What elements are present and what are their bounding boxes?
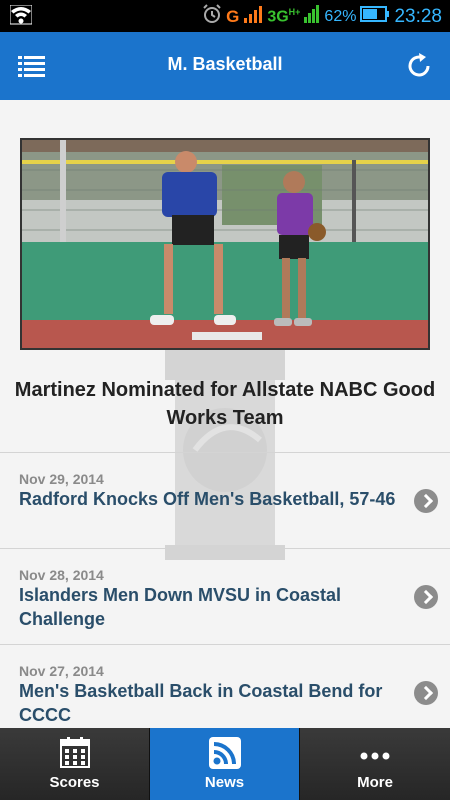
featured-photo[interactable] xyxy=(20,138,430,350)
signal-icon xyxy=(243,5,263,28)
news-content[interactable]: Martinez Nominated for Allstate NABC Goo… xyxy=(0,100,450,728)
refresh-icon[interactable] xyxy=(404,51,434,81)
news-date: Nov 28, 2014 xyxy=(19,567,104,583)
rss-icon xyxy=(208,736,242,770)
list-item[interactable]: Nov 28, 2014 Islanders Men Down MVSU in … xyxy=(0,548,450,644)
more-icon xyxy=(358,736,392,770)
network-3g-label: 3GH+ xyxy=(267,7,300,26)
signal-3g-icon xyxy=(304,5,320,28)
app-bar: M. Basketball xyxy=(0,32,450,100)
chevron-right-icon[interactable] xyxy=(414,681,438,705)
news-headline[interactable]: Radford Knocks Off Men's Basketball, 57-… xyxy=(19,487,399,511)
list-item[interactable]: Nov 29, 2014 Radford Knocks Off Men's Ba… xyxy=(0,452,450,548)
alarm-icon xyxy=(202,4,222,29)
page-title: M. Basketball xyxy=(167,54,283,74)
network-3g-text: 3G xyxy=(267,8,289,26)
bottom-tab-bar: Scores News More xyxy=(0,728,450,800)
tab-more[interactable]: More xyxy=(300,728,450,800)
tab-news[interactable]: News xyxy=(150,728,300,800)
news-list: Nov 29, 2014 Radford Knocks Off Men's Ba… xyxy=(0,452,450,728)
tab-label: News xyxy=(204,774,245,791)
tab-label: Scores xyxy=(49,774,100,791)
status-icons: G 3GH+ 62% 23:28 xyxy=(202,4,442,29)
battery-percent: 62% xyxy=(324,7,357,25)
wifi-icon xyxy=(9,4,33,30)
chevron-right-icon[interactable] xyxy=(414,585,438,609)
calendar-icon xyxy=(58,736,92,770)
news-headline[interactable]: Men's Basketball Back in Coastal Bend fo… xyxy=(19,679,399,727)
featured-article[interactable]: Martinez Nominated for Allstate NABC Goo… xyxy=(0,100,450,452)
news-date: Nov 29, 2014 xyxy=(19,471,104,487)
tab-scores[interactable]: Scores xyxy=(0,728,150,800)
network-hplus-text: H+ xyxy=(288,6,301,17)
network-g-label: G xyxy=(226,6,240,26)
clock: 23:28 xyxy=(394,5,442,27)
list-item[interactable]: Nov 27, 2014 Men's Basketball Back in Co… xyxy=(0,644,450,728)
news-headline[interactable]: Islanders Men Down MVSU in Coastal Chall… xyxy=(19,583,399,631)
battery-icon xyxy=(360,6,390,27)
chevron-right-icon[interactable] xyxy=(414,489,438,513)
news-date: Nov 27, 2014 xyxy=(19,663,104,679)
status-bar: G 3GH+ 62% 23:28 xyxy=(0,0,450,32)
tab-label: More xyxy=(357,774,393,791)
featured-headline[interactable]: Martinez Nominated for Allstate NABC Goo… xyxy=(12,376,438,432)
